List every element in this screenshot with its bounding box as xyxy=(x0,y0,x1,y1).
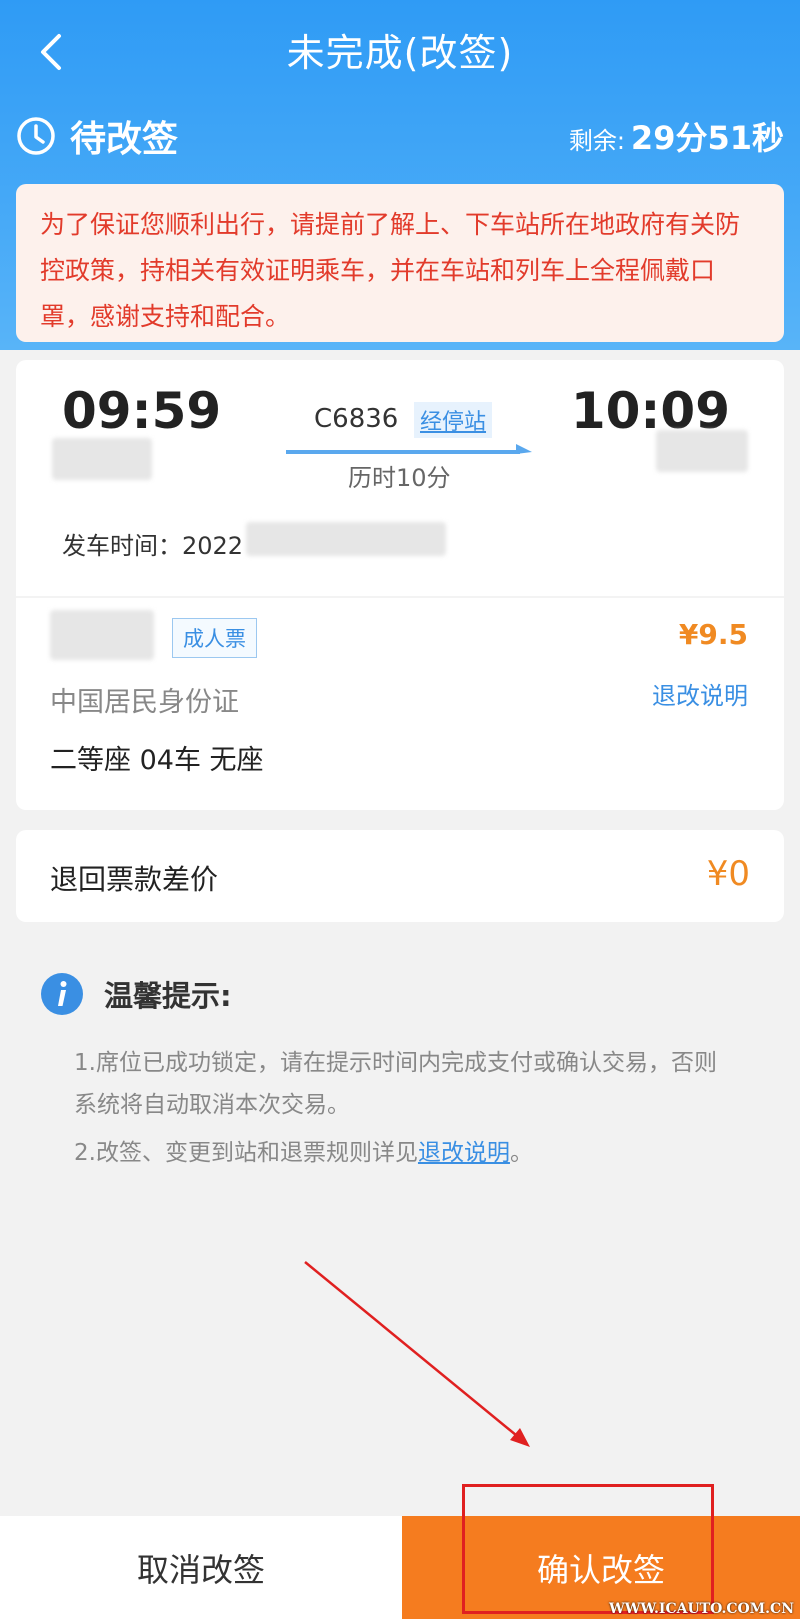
refund-rules-link[interactable]: 退改说明 xyxy=(652,676,748,711)
tip-refund-rules-link[interactable]: 退改说明 xyxy=(418,1140,510,1166)
countdown-label: 剩余: xyxy=(568,127,625,155)
divider xyxy=(16,596,784,598)
countdown-value: 29分51秒 xyxy=(630,119,784,157)
departure-time: 09:59 xyxy=(62,382,222,440)
tips-header: 温馨提示: xyxy=(40,972,760,1016)
refund-difference-value: ¥0 xyxy=(706,854,750,894)
tip-2-suffix: 。 xyxy=(509,1140,533,1166)
ticket-type-badge: 成人票 xyxy=(172,618,257,658)
order-status: 待改签 xyxy=(70,119,179,160)
train-number: C6836 xyxy=(314,404,399,434)
tip-item-2: 2.改签、变更到站和退票规则详见退改说明。 xyxy=(74,1132,734,1174)
status-row: 待改签 剩余: 29分51秒 xyxy=(16,108,784,164)
clock-icon xyxy=(17,117,55,155)
info-icon xyxy=(41,973,83,1015)
departure-date-redacted xyxy=(246,522,446,556)
refund-difference-label: 退回票款差价 xyxy=(50,863,219,896)
departure-date-label: 发车时间：2022 xyxy=(62,532,244,560)
departure-station-redacted xyxy=(52,438,152,480)
route-arrow-icon xyxy=(286,444,532,454)
refund-difference-row: 退回票款差价 ¥0 xyxy=(16,830,784,922)
stops-link[interactable]: 经停站 xyxy=(414,402,493,438)
tips-section: 温馨提示: 1.席位已成功锁定，请在提示时间内完成支付或确认交易，否则系统将自动… xyxy=(40,972,760,1166)
watermark: WWW.ICAUTO.COM.CN xyxy=(609,1601,794,1617)
passenger-name-redacted xyxy=(50,610,154,660)
countdown: 剩余: 29分51秒 xyxy=(569,113,784,159)
seat-info: 二等座 04车 无座 xyxy=(50,745,264,776)
id-type: 中国居民身份证 xyxy=(50,687,239,718)
tip-2-prefix: 2.改签、变更到站和退票规则详见 xyxy=(74,1140,418,1166)
tip-item-1: 1.席位已成功锁定，请在提示时间内完成支付或确认交易，否则系统将自动取消本次交易… xyxy=(74,1050,717,1118)
arrival-station-redacted xyxy=(656,430,748,472)
tips-title: 温馨提示: xyxy=(104,979,232,1013)
cancel-change-button[interactable]: 取消改签 xyxy=(0,1516,402,1619)
ticket-price: ¥9.5 xyxy=(678,618,748,651)
trip-card: 09:59 C6836 经停站 历时10分 10:09 发车时间：2022 成人… xyxy=(16,360,784,810)
page-title: 未完成(改签) xyxy=(286,31,514,75)
epidemic-notice: 为了保证您顺利出行，请提前了解上、下车站所在地政府有关防控政策，持相关有效证明乘… xyxy=(16,184,784,342)
trip-duration: 历时10分 xyxy=(348,464,451,492)
